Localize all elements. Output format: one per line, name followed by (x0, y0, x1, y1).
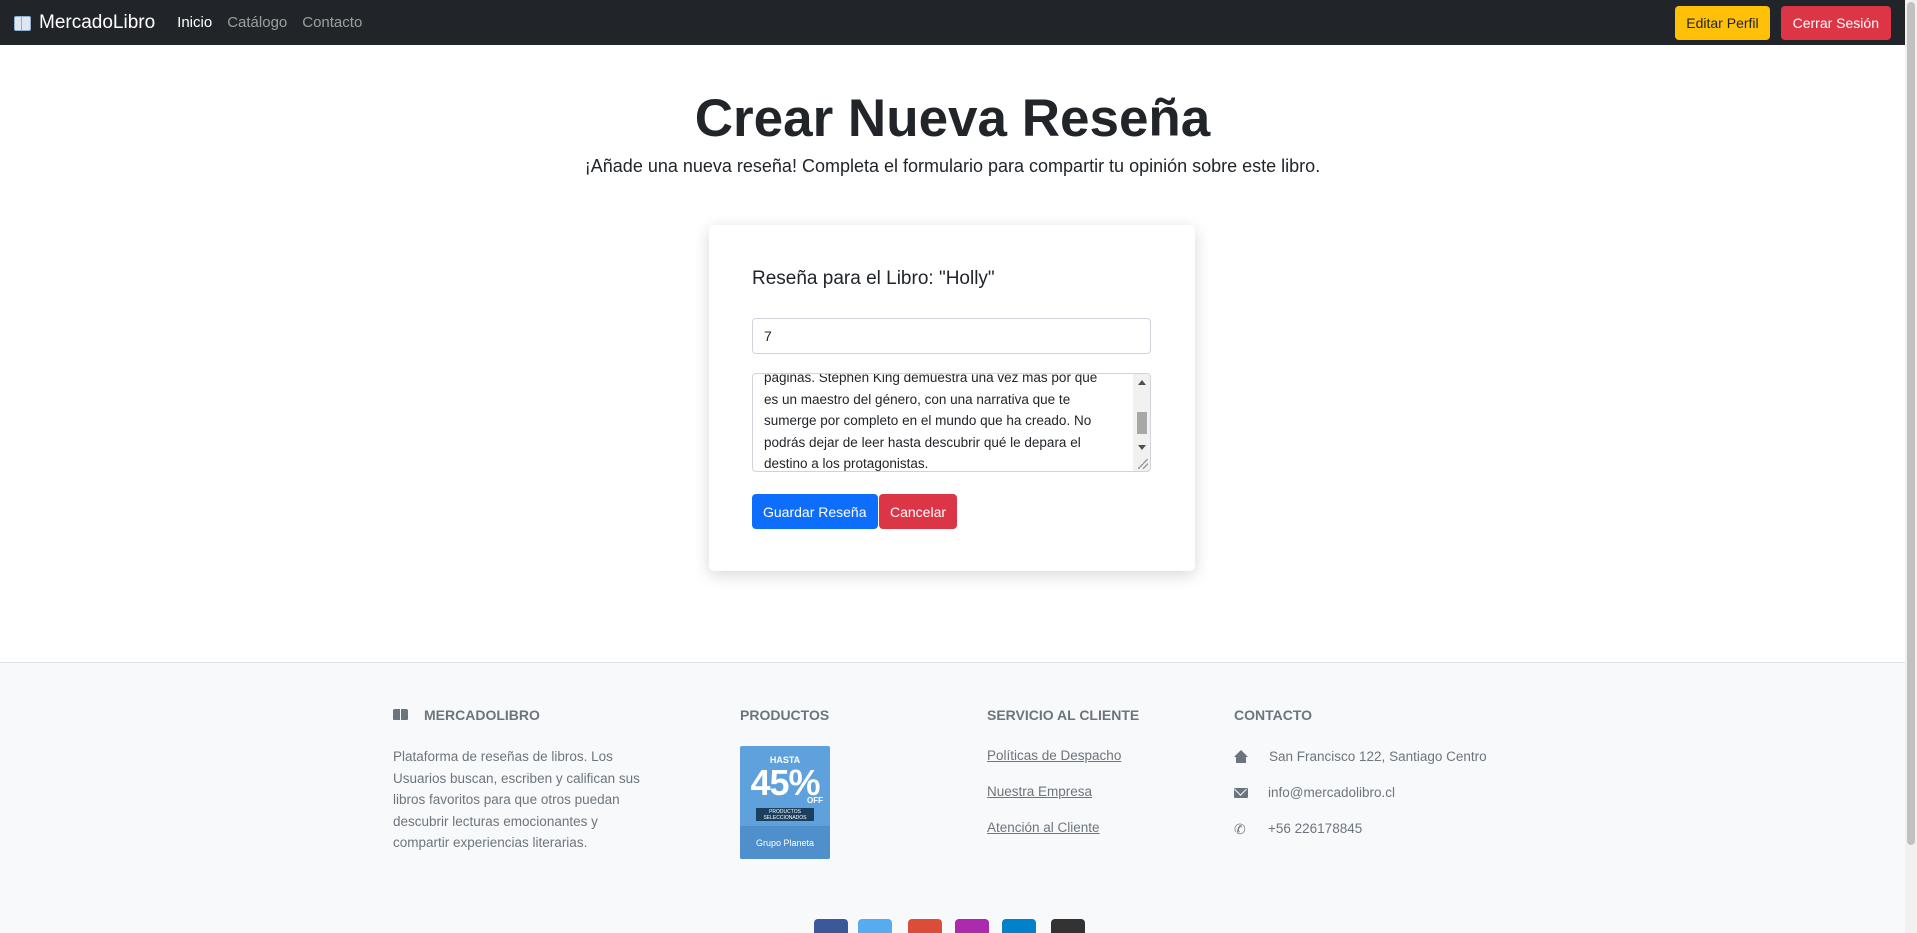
footer-about-heading: MERCADOLIBRO (424, 707, 540, 723)
promo-off: OFF (807, 796, 823, 805)
scroll-down-arrow-icon[interactable] (1138, 445, 1146, 450)
nav-link-catalogo[interactable]: Catálogo (227, 14, 287, 31)
review-text-line: destino a los protagonistas. (764, 456, 929, 471)
resize-grip-icon[interactable] (1138, 459, 1148, 469)
review-form-heading: Reseña para el Libro: "Holly" (752, 268, 995, 289)
shipping-policy-link[interactable]: Políticas de Despacho (987, 748, 1121, 763)
review-text-line: es un maestro del género, con una narrat… (764, 391, 1071, 407)
footer-about-line: compartir experiencias literarias. (393, 835, 588, 850)
twitter-icon[interactable] (858, 919, 892, 933)
review-text-line: páginas. Stephen King demuestra una vez … (764, 373, 1098, 385)
linkedin-icon[interactable] (1002, 919, 1036, 933)
promo-tag: PRODUCTOS SELECCIONADOS (756, 808, 814, 821)
logout-button[interactable]: Cerrar Sesión (1780, 5, 1891, 40)
footer-products-heading: PRODUCTOS (740, 707, 830, 723)
save-review-button[interactable]: Guardar Reseña (752, 494, 878, 529)
phone-icon: ✆ (1234, 821, 1246, 837)
book-icon (393, 709, 408, 720)
review-text-line: podrás dejar de leer hasta descubrir qué… (764, 434, 1081, 450)
contact-address: San Francisco 122, Santiago Centro (1269, 749, 1487, 764)
footer-about-line: libros favoritos para que otros puedan (393, 792, 620, 807)
home-icon (1234, 750, 1248, 764)
open-book-icon (14, 16, 31, 31)
brand-name: MercadoLibro (39, 11, 156, 33)
top-navbar: MercadoLibro Inicio Catálogo Contacto Ed… (0, 0, 1905, 45)
customer-service-link[interactable]: Atención al Cliente (987, 820, 1100, 835)
review-form-card: Reseña para el Libro: "Holly" páginas. S… (709, 225, 1195, 571)
review-textarea[interactable]: páginas. Stephen King demuestra una vez … (752, 373, 1151, 472)
scroll-up-arrow-icon[interactable] (1138, 380, 1146, 385)
footer-about-line: descubrir lecturas emocionantes y (393, 813, 598, 829)
nav-link-contacto[interactable]: Contacto (302, 14, 362, 31)
site-footer (0, 663, 1905, 933)
page-scrollbar-thumb[interactable] (1907, 2, 1915, 845)
footer-about-text: Plataforma de reseñas de libros. Los Usu… (393, 746, 663, 854)
textarea-scrollbar[interactable] (1133, 374, 1150, 471)
review-text-line: sumerge por completo en el mundo que ha … (764, 413, 1092, 428)
footer-contact-heading: CONTACTO (1234, 707, 1313, 723)
footer-about-line: Plataforma de reseñas de libros. Los (393, 749, 613, 764)
nav-link-inicio[interactable]: Inicio (177, 14, 212, 31)
footer-about-line: Usuarios buscan, escriben y califican su… (393, 770, 640, 786)
envelope-icon (1234, 788, 1248, 798)
review-text: páginas. Stephen King demuestra una vez … (764, 373, 1124, 471)
page-subtitle: ¡Añade una nueva reseña! Completa el for… (584, 156, 1321, 176)
contact-email: info@mercadolibro.cl (1268, 785, 1396, 800)
brand-link[interactable]: MercadoLibro (14, 12, 155, 34)
google-icon[interactable] (908, 919, 942, 933)
contact-phone: +56 226178845 (1268, 821, 1363, 836)
our-company-link[interactable]: Nuestra Empresa (987, 784, 1092, 799)
page-title: Crear Nueva Reseña (694, 89, 1211, 148)
textarea-scrollbar-thumb[interactable] (1137, 412, 1147, 434)
edit-profile-button[interactable]: Editar Perfil (1675, 5, 1770, 40)
footer-service-heading: SERVICIO AL CLIENTE (987, 707, 1140, 723)
github-icon[interactable] (1051, 919, 1085, 933)
page-scrollbar[interactable] (1905, 0, 1917, 933)
promo-brand: Grupo Planeta (755, 838, 815, 848)
facebook-icon[interactable] (814, 919, 848, 933)
instagram-icon[interactable] (955, 919, 989, 933)
promo-banner[interactable]: HASTA 45% OFF PRODUCTOS SELECCIONADOS Gr… (740, 746, 830, 859)
rating-input[interactable] (752, 318, 1151, 354)
nav-actions: Editar Perfil Cerrar Sesión (1675, 5, 1891, 40)
cancel-button[interactable]: Cancelar (879, 494, 958, 529)
